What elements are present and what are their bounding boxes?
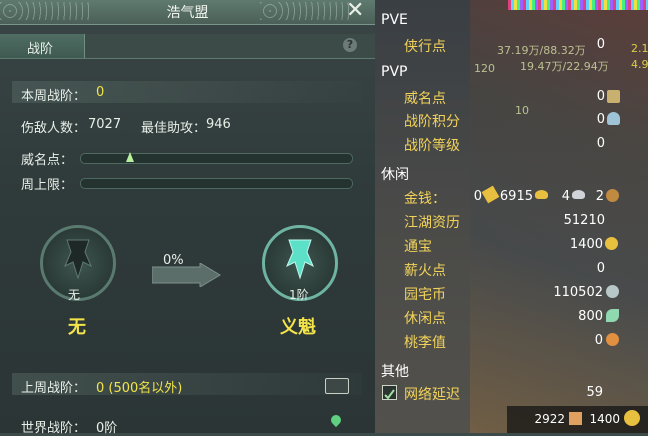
silver-icon	[572, 190, 585, 199]
tongbao-coin-icon	[624, 410, 640, 426]
week-rank-value: 0	[96, 85, 105, 100]
current-rank-title: 无	[68, 317, 86, 338]
current-rank-caption: 无	[68, 288, 81, 302]
xiuxian-label: 休闲点	[404, 311, 446, 327]
tab-rank-label: 战阶	[27, 42, 54, 57]
latency-value: 59	[586, 385, 603, 400]
assists-value: 946	[206, 117, 231, 132]
yuanzhai-label: 园宅币	[404, 287, 446, 303]
money-jin: 6915	[499, 189, 533, 204]
side-value-a: 2.1	[631, 42, 648, 55]
pvp-header: PVP	[381, 64, 408, 80]
taoli-value: 0	[594, 333, 603, 348]
last-week-label: 上周战阶：	[21, 381, 87, 396]
kills-value: 7027	[88, 117, 122, 132]
bottom-value-b: 1400	[589, 412, 620, 426]
zhanjie-jifen-label: 战阶积分	[404, 114, 460, 130]
check-icon	[384, 389, 395, 400]
money-zhuan: 0	[473, 189, 482, 204]
weiming-label: 威名点	[404, 91, 446, 107]
leisure-header: 休闲	[381, 167, 409, 183]
level-badge: 120	[474, 62, 495, 75]
help-icon[interactable]: ?	[343, 38, 357, 52]
money-yin: 4	[561, 189, 570, 204]
tongbao-value: 1400	[569, 237, 603, 252]
next-rank-caption: 1阶	[289, 288, 309, 302]
prestige-marker	[126, 152, 134, 162]
next-rank-title: 义魁	[280, 317, 316, 338]
xinhuo-value: 0	[596, 261, 605, 276]
side-value-b: 4.9	[631, 58, 648, 71]
latency-label: 网络延迟	[404, 387, 460, 403]
cap-bar	[80, 178, 353, 189]
home-coin-icon	[606, 285, 619, 298]
pve-header: PVE	[381, 12, 408, 28]
gourd-icon	[606, 333, 619, 346]
cap-label: 周上限：	[21, 178, 74, 193]
prestige-icon	[607, 90, 620, 103]
boot-icon	[569, 412, 582, 425]
leisure-leaf-icon	[606, 309, 619, 322]
prestige-bar	[80, 153, 353, 164]
currency-panel: 37.19万/88.32万 19.47万/22.94万 120 10 2.1 4…	[375, 0, 648, 433]
last-week-value: 0 (500名以外)	[96, 381, 183, 396]
assists-label: 最佳助攻：	[141, 121, 207, 136]
taoli-label: 桃李值	[404, 335, 446, 351]
zhanjie-jifen-value: 0	[596, 112, 605, 127]
mail-icon[interactable]	[325, 378, 349, 394]
gold-icon	[535, 190, 548, 199]
world-rank-label: 世界战阶：	[21, 421, 87, 436]
window-title: 浩气盟	[166, 5, 209, 21]
floor-number: 10	[515, 104, 529, 117]
prestige-label: 威名点：	[21, 153, 74, 168]
tongbao-label: 通宝	[404, 239, 432, 255]
tab-rank[interactable]: 战阶	[0, 34, 85, 58]
other-header: 其他	[381, 364, 409, 380]
money-label: 金钱：	[404, 191, 446, 207]
xiaxing-value: 0	[596, 37, 605, 52]
money-tong: 2	[595, 189, 604, 204]
xinhuo-label: 薪火点	[404, 263, 446, 279]
week-rank-label: 本周战阶：	[21, 89, 87, 104]
yuanzhai-value: 110502	[553, 285, 603, 300]
zhanjie-dengji-label: 战阶等级	[404, 138, 460, 154]
location-pin-icon[interactable]	[328, 412, 344, 428]
bottom-value-a: 2922	[534, 412, 565, 426]
latency-checkbox[interactable]	[382, 385, 397, 400]
xiuxian-value: 800	[578, 309, 603, 324]
jianghu-value: 51210	[563, 213, 605, 228]
camp-rank-panel: 浩气盟 ✕ 战阶 ? 本周战阶： 0 伤敌人数： 7027 最佳助攻： 946 …	[0, 0, 375, 436]
close-icon[interactable]: ✕	[346, 0, 364, 23]
world-rank-value: 0阶	[96, 421, 118, 436]
rank-points-icon	[607, 112, 620, 125]
arrow-right-icon	[152, 263, 221, 287]
copper-icon	[606, 189, 619, 202]
tongbao-coin-icon	[605, 237, 618, 250]
mp-readout: 19.47万/22.94万	[520, 60, 609, 73]
xiaxing-label: 侠行点	[404, 39, 446, 55]
jianghu-label: 江湖资历	[404, 215, 460, 231]
kills-label: 伤敌人数：	[21, 121, 87, 136]
buff-strip	[508, 0, 648, 10]
weiming-value: 0	[596, 89, 605, 104]
zhanjie-dengji-value: 0	[596, 136, 605, 151]
